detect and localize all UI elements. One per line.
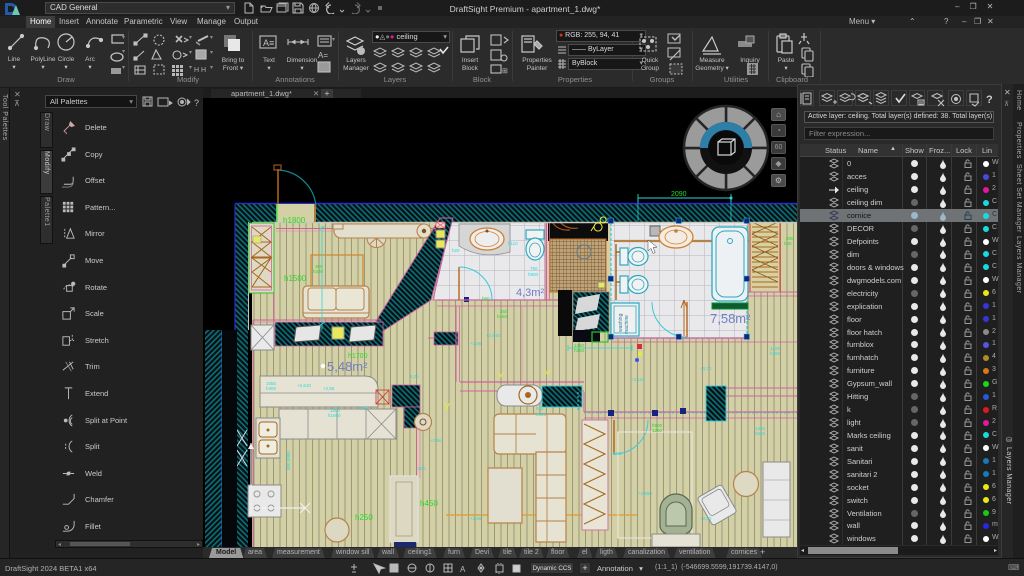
svg-text:h450: h450 [497, 314, 508, 319]
svg-text:500: 500 [418, 466, 426, 471]
svg-text:+2,580: +2,580 [638, 491, 652, 496]
svg-text:+2,90: +2,90 [610, 451, 622, 456]
svg-text:machine: machine [624, 315, 630, 334]
svg-text:A=: A= [318, 51, 328, 60]
svg-text:7,58m²: 7,58m² [710, 311, 751, 326]
svg-text:+2,840: +2,840 [486, 333, 500, 338]
svg-text:h250: h250 [574, 348, 585, 353]
svg-text:h35: h35 [536, 406, 544, 411]
svg-text:h900: h900 [528, 272, 539, 277]
svg-text:h110: h110 [508, 241, 518, 246]
svg-text:?: ? [986, 94, 993, 106]
svg-text:4,3m²: 4,3m² [516, 287, 544, 299]
svg-text:h330: h330 [313, 269, 324, 274]
svg-text:h590: h590 [536, 412, 547, 417]
svg-text:+3,110: +3,110 [631, 377, 645, 382]
svg-text:h1500: h1500 [284, 274, 307, 283]
svg-text:h400: h400 [266, 386, 277, 391]
svg-text:1250: 1250 [652, 428, 663, 433]
svg-text:A: A [460, 565, 466, 574]
svg-text:+2,56: +2,56 [470, 516, 482, 521]
svg-text:+2,610: +2,610 [297, 383, 311, 388]
svg-text:h250: h250 [355, 513, 373, 522]
svg-text:?: ? [194, 98, 199, 108]
svg-text:h250: h250 [755, 431, 766, 436]
svg-text:H H: H H [194, 67, 206, 74]
svg-text:5,48m²: 5,48m² [327, 359, 368, 374]
svg-text:h60: h60 [482, 296, 490, 301]
svg-text:h80: h80 [784, 241, 792, 246]
svg-text:h1800: h1800 [283, 216, 306, 225]
svg-text:h350: h350 [770, 351, 781, 356]
svg-text:+0,80: +0,80 [700, 516, 712, 521]
svg-text:+0,70: +0,70 [700, 366, 712, 371]
svg-text:⊞: ⊞ [502, 68, 508, 75]
svg-text:750: 750 [530, 266, 538, 271]
svg-text:900 h900: 900 h900 [286, 451, 291, 470]
svg-text:+2,56: +2,56 [430, 438, 442, 443]
svg-text:8,25: 8,25 [410, 374, 419, 379]
svg-text:+2,56: +2,56 [323, 386, 335, 391]
svg-text:A≡: A≡ [263, 38, 274, 48]
svg-text:+2,56: +2,56 [470, 341, 482, 346]
svg-text:h1700: h1700 [348, 353, 368, 360]
svg-text:h20: h20 [452, 248, 460, 253]
svg-text:h1600: h1600 [328, 413, 341, 418]
svg-text:h75: h75 [360, 406, 368, 411]
svg-text:h450: h450 [420, 499, 438, 508]
